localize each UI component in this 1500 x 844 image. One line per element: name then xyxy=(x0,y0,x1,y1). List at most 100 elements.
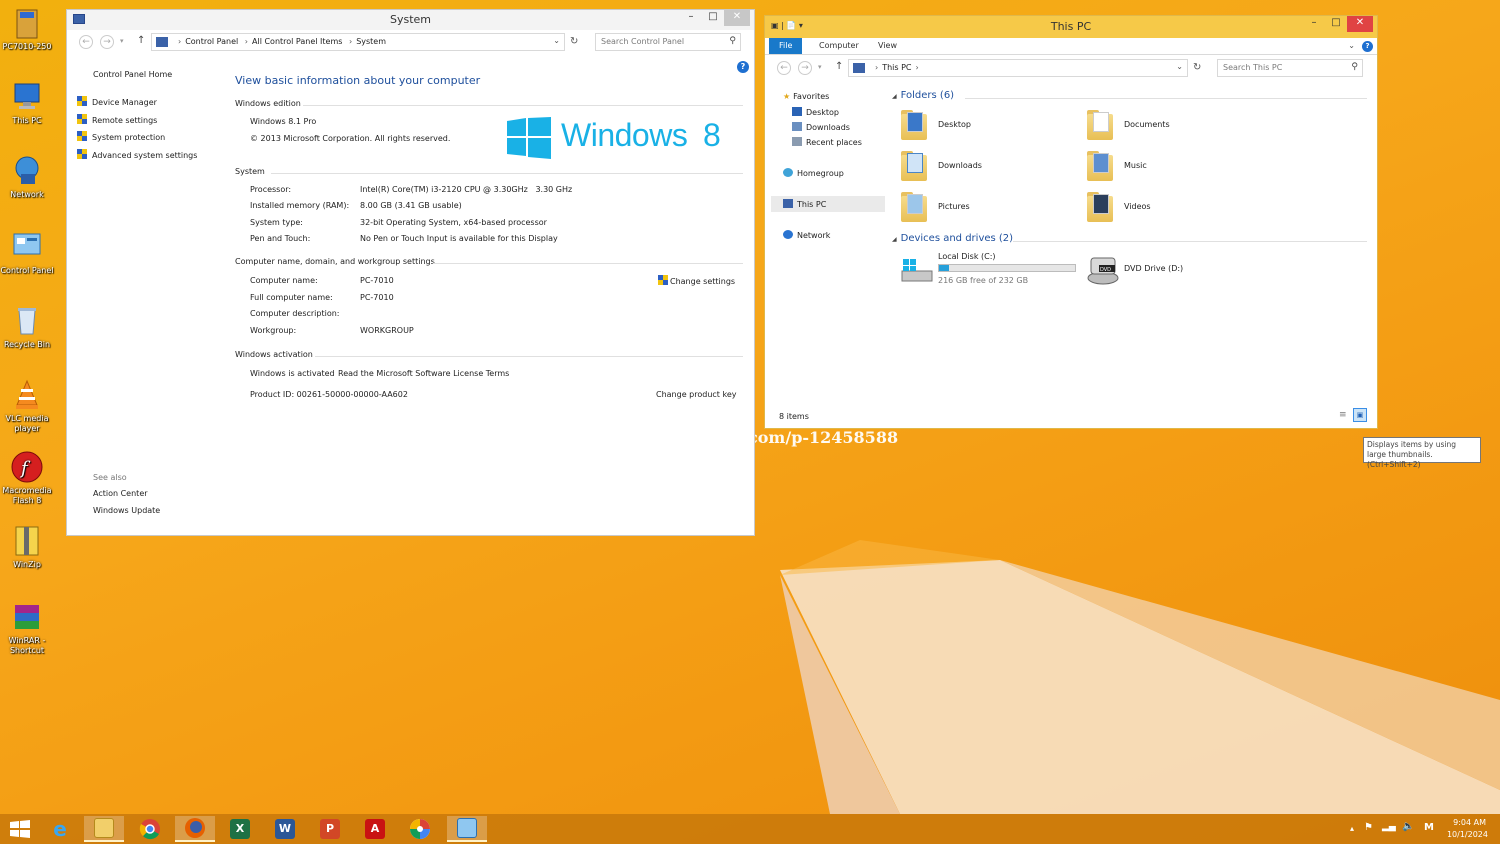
computer-icon xyxy=(11,80,43,114)
chevron-down-icon[interactable]: ⌄ xyxy=(1176,62,1183,71)
windows-update-link[interactable]: Windows Update xyxy=(93,506,160,515)
change-settings-link[interactable]: Change settings xyxy=(658,275,735,286)
taskbar-file-explorer[interactable] xyxy=(84,816,124,842)
local-disk-tile[interactable]: Local Disk (C:) 216 GB free of 232 GB xyxy=(901,252,1081,288)
action-center-flag-icon[interactable]: ⚑ xyxy=(1364,822,1373,833)
taskbar-chrome[interactable] xyxy=(130,816,170,842)
close-button[interactable]: ✕ xyxy=(724,10,750,26)
search-input[interactable]: Search This PC ⚲ xyxy=(1217,59,1363,77)
taskbar-excel[interactable]: X xyxy=(220,816,260,842)
folder-tile-pictures[interactable]: Pictures xyxy=(901,192,1051,224)
system-titlebar[interactable]: System – □ ✕ xyxy=(67,10,754,30)
up-arrow-icon[interactable]: ↑ xyxy=(835,61,843,72)
folder-tile-desktop[interactable]: Desktop xyxy=(901,110,1051,142)
clock-date[interactable]: 10/1/2024 xyxy=(1447,830,1488,839)
tab-file[interactable]: File xyxy=(769,38,803,54)
maximize-button[interactable]: □ xyxy=(1325,16,1347,32)
close-button[interactable]: ✕ xyxy=(1347,16,1373,32)
system-window[interactable]: System – □ ✕ ← → ▾ ↑ › Control Panel › All… xyxy=(66,9,755,536)
search-input[interactable]: Search Control Panel ⚲ xyxy=(595,33,741,51)
taskbar-control-panel[interactable] xyxy=(447,816,487,842)
details-view-icon[interactable]: ≡ xyxy=(1339,410,1347,420)
flash-icon: f xyxy=(11,450,43,484)
control-panel-home-link[interactable]: Control Panel Home xyxy=(93,70,172,79)
nav-favorites[interactable]: ★ Favorites xyxy=(783,92,829,101)
chevron-down-icon[interactable]: ⌄ xyxy=(553,36,560,45)
dvd-drive-tile[interactable]: DVD DVD Drive (D:) xyxy=(1087,252,1237,288)
desktop-icon-control-panel[interactable]: Control Panel xyxy=(0,230,54,276)
breadcrumb[interactable]: › Control Panel › All Control Panel Items … xyxy=(151,33,565,51)
clock-time[interactable]: 9:04 AM xyxy=(1453,818,1486,827)
action-center-link[interactable]: Action Center xyxy=(93,489,148,498)
maximize-button[interactable]: □ xyxy=(702,10,724,26)
folder-tile-videos[interactable]: Videos xyxy=(1087,192,1237,224)
folder-icon xyxy=(901,110,927,140)
folder-tile-documents[interactable]: Documents xyxy=(1087,110,1237,142)
breadcrumb-control-panel[interactable]: Control Panel xyxy=(185,37,238,46)
desktop-icon-network[interactable]: Network xyxy=(0,154,54,200)
refresh-icon[interactable]: ↻ xyxy=(1193,62,1201,73)
advanced-system-settings-link[interactable]: Advanced system settings xyxy=(77,149,197,160)
nav-desktop[interactable]: Desktop xyxy=(792,107,839,117)
nav-this-pc[interactable]: This PC xyxy=(783,199,826,209)
recent-pages-icon[interactable]: ▾ xyxy=(120,37,124,45)
help-icon[interactable]: ? xyxy=(737,61,749,73)
system-protection-link[interactable]: System protection xyxy=(77,131,165,142)
desktop-icon-this-pc[interactable]: This PC xyxy=(0,80,54,126)
this-pc-address-bar: ← → ▾ ↑ › This PC › ⌄ ↻ Search This PC ⚲ xyxy=(765,55,1377,80)
large-icons-view-icon[interactable]: ▣ xyxy=(1353,408,1367,422)
license-terms-link[interactable]: Read the Microsoft Software License Term… xyxy=(338,369,509,378)
remote-settings-link[interactable]: Remote settings xyxy=(77,114,157,125)
change-product-key-link[interactable]: Change product key xyxy=(656,390,737,399)
breadcrumb-this-pc[interactable]: This PC xyxy=(882,63,911,72)
forward-arrow-icon[interactable]: → xyxy=(798,61,812,75)
taskbar-picasa[interactable] xyxy=(400,816,440,842)
shield-icon xyxy=(77,96,87,107)
this-pc-titlebar[interactable]: ▣ | 📄 ▾ This PC – □ ✕ xyxy=(765,16,1377,38)
taskbar-powerpoint[interactable]: P xyxy=(310,816,350,842)
show-hidden-icons-icon[interactable]: ▴ xyxy=(1350,824,1354,833)
breadcrumb-all-items[interactable]: All Control Panel Items xyxy=(252,37,342,46)
help-icon[interactable]: ? xyxy=(1362,41,1373,52)
volume-icon[interactable]: 🔈 xyxy=(1402,821,1414,832)
minimize-button[interactable]: – xyxy=(680,10,702,26)
drives-group-header[interactable]: ◢ Devices and drives (2) xyxy=(892,233,1013,244)
nav-network[interactable]: Network xyxy=(783,230,830,240)
recent-pages-icon[interactable]: ▾ xyxy=(818,63,822,71)
ribbon-expand-icon[interactable]: ⌄ xyxy=(1348,41,1355,50)
back-arrow-icon[interactable]: ← xyxy=(777,61,791,75)
taskbar-ie[interactable]: e xyxy=(40,816,80,842)
nav-homegroup[interactable]: Homegroup xyxy=(783,168,844,178)
desktop-icon-flash[interactable]: f Macromedia Flash 8 xyxy=(0,450,54,506)
desktop-icon-pc7010[interactable]: PC7010-250 xyxy=(0,6,54,52)
nav-recent-places[interactable]: Recent places xyxy=(792,137,862,147)
taskbar-firefox[interactable] xyxy=(175,816,215,842)
back-arrow-icon[interactable]: ← xyxy=(79,35,93,49)
this-pc-window[interactable]: ▣ | 📄 ▾ This PC – □ ✕ File Computer View… xyxy=(764,15,1378,429)
star-icon: ★ xyxy=(783,92,791,101)
ime-indicator[interactable]: M xyxy=(1424,822,1434,833)
desktop-icon-vlc[interactable]: VLC media player xyxy=(0,378,54,434)
desktop-icon-winrar[interactable]: WinRAR - Shortcut xyxy=(0,600,54,656)
breadcrumb-system[interactable]: System xyxy=(356,37,386,46)
start-button[interactable] xyxy=(0,816,40,842)
taskbar-word[interactable]: W xyxy=(265,816,305,842)
breadcrumb[interactable]: › This PC › ⌄ xyxy=(848,59,1188,77)
taskbar-acrobat[interactable]: A xyxy=(355,816,395,842)
minimize-button[interactable]: – xyxy=(1303,16,1325,32)
network-signal-icon[interactable]: ▂▄ xyxy=(1382,822,1396,832)
refresh-icon[interactable]: ↻ xyxy=(570,36,578,47)
nav-downloads[interactable]: Downloads xyxy=(792,122,850,132)
forward-arrow-icon[interactable]: → xyxy=(100,35,114,49)
folder-tile-music[interactable]: Music xyxy=(1087,151,1237,183)
tab-computer[interactable]: Computer xyxy=(809,38,869,54)
divider xyxy=(303,105,743,106)
folders-group-header[interactable]: ◢ Folders (6) xyxy=(892,90,954,101)
desktop-icon-recycle-bin[interactable]: Recycle Bin xyxy=(0,304,54,350)
tab-view[interactable]: View xyxy=(868,38,907,54)
folder-tile-downloads[interactable]: Downloads xyxy=(901,151,1051,183)
folder-icon xyxy=(901,151,927,181)
desktop-icon-winzip[interactable]: WinZip xyxy=(0,524,54,570)
up-arrow-icon[interactable]: ↑ xyxy=(137,35,145,46)
device-manager-link[interactable]: Device Manager xyxy=(77,96,157,107)
